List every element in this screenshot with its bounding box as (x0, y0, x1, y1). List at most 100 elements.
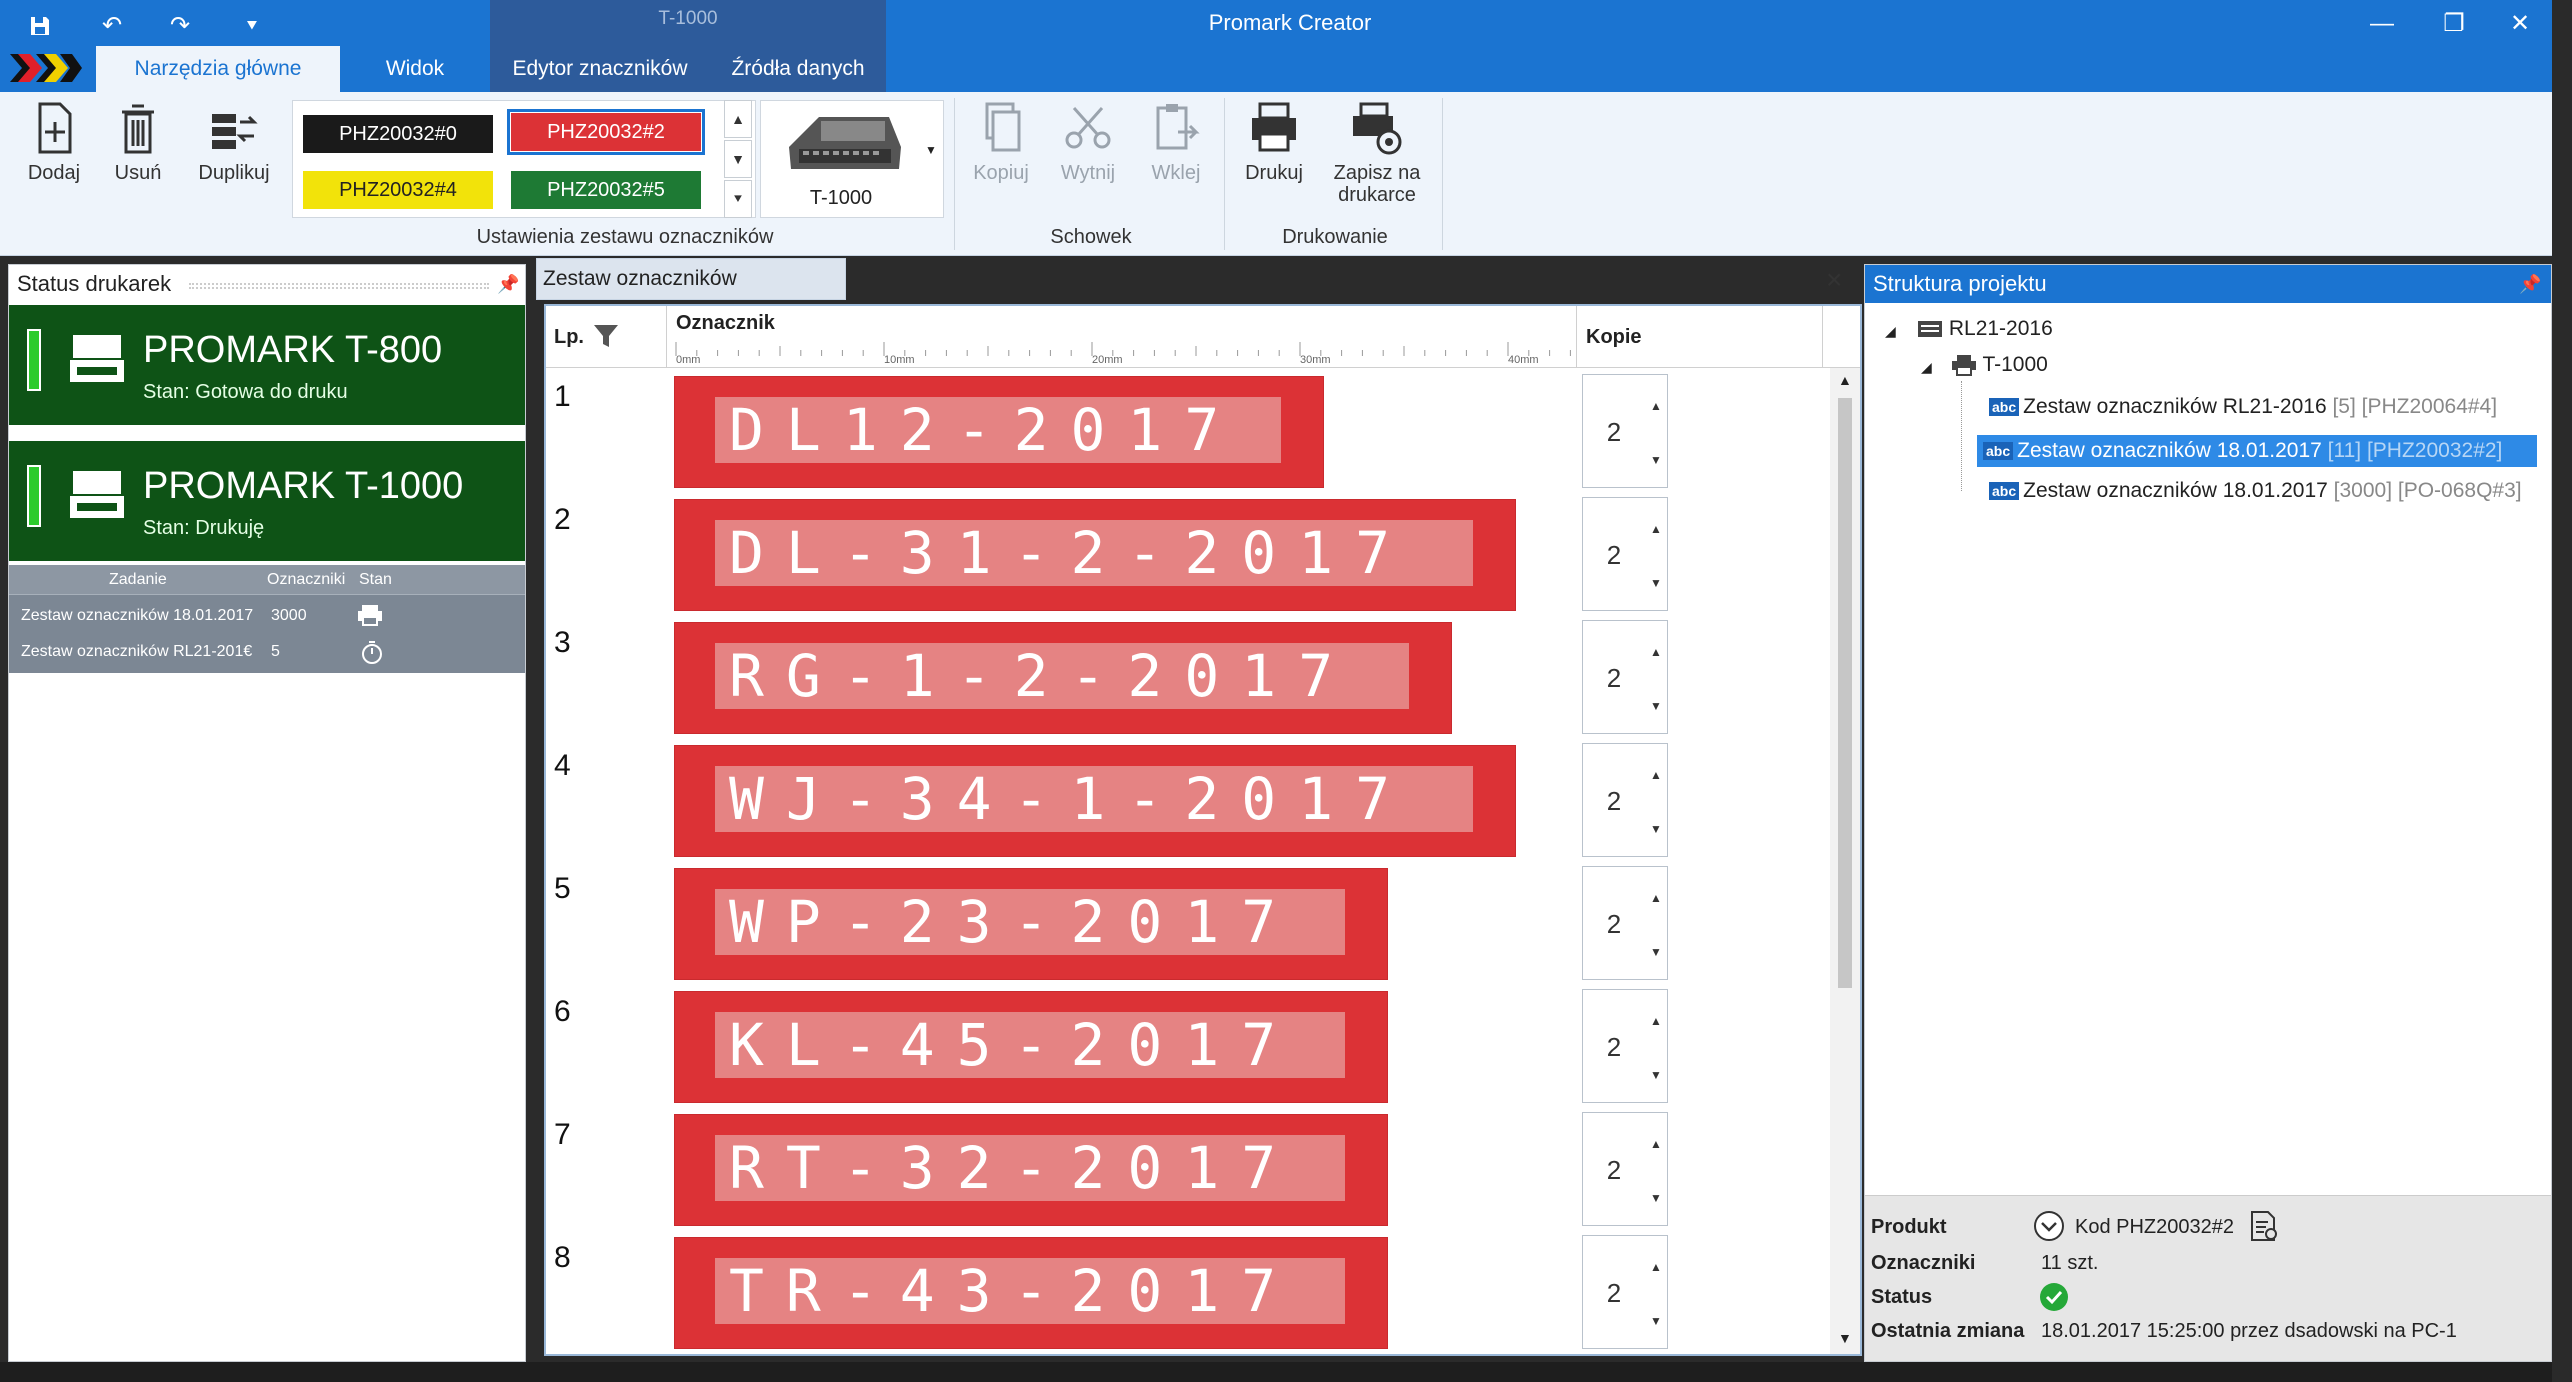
expand-arrow-icon[interactable]: ◢ (1885, 323, 1896, 340)
stepper-up-icon[interactable]: ▲ (1647, 1137, 1665, 1151)
marker-preview[interactable]: RT-32-2017 (674, 1114, 1388, 1226)
marker-preview[interactable]: WJ-34-1-2017 (674, 745, 1516, 857)
chevron-circle-icon[interactable] (2033, 1210, 2065, 1242)
stepper-down-icon[interactable]: ▼ (1647, 576, 1665, 590)
stepper-down-icon[interactable]: ▼ (1647, 822, 1665, 836)
copies-stepper[interactable]: 2 ▲ ▼ (1582, 866, 1668, 980)
table-row[interactable]: Zestaw oznaczników 18.01.2017 3000 (9, 599, 525, 633)
printer-selector[interactable]: T-1000 ▼ (760, 100, 944, 218)
trash-icon (122, 104, 154, 154)
customize-icon[interactable]: ⯆ (232, 6, 272, 46)
table-row[interactable]: 8 TR-43-2017 2 ▲ ▼ (546, 1233, 1816, 1354)
copy-label: Kopiuj (973, 162, 1029, 184)
stepper-down-icon[interactable]: ▼ (1647, 1191, 1665, 1205)
close-icon[interactable]: ✕ (2490, 4, 2550, 44)
copies-stepper[interactable]: 2 ▲ ▼ (1582, 620, 1668, 734)
table-row[interactable]: Zestaw oznaczników RL21-201€ 5 (9, 635, 525, 669)
stepper-down-icon[interactable]: ▼ (1647, 1068, 1665, 1082)
stepper-up-icon[interactable]: ▲ (1647, 522, 1665, 536)
ribbon-separator (954, 98, 955, 250)
stepper-down-icon[interactable]: ▼ (1647, 1314, 1665, 1328)
expand-arrow-icon[interactable]: ◢ (1921, 359, 1932, 376)
copy-button[interactable]: Kopiuj (962, 100, 1040, 185)
swatch-phz20032-4[interactable]: PHZ20032#4 (303, 171, 493, 209)
row-number: 5 (554, 872, 571, 905)
table-row[interactable]: 2 DL-31-2-2017 2 ▲ ▼ (546, 495, 1816, 618)
col-separator (666, 306, 667, 368)
tab-home[interactable]: Narzędzia główne (96, 46, 340, 92)
add-button[interactable]: Dodaj (18, 100, 90, 185)
marker-preview[interactable]: DL12-2017 (674, 376, 1324, 488)
stepper-up-icon[interactable]: ▲ (1647, 768, 1665, 782)
save-icon[interactable] (20, 6, 60, 46)
tab-view[interactable]: Widok (356, 46, 474, 92)
document-tab[interactable]: Zestaw oznaczników 18.01.2017 (536, 258, 846, 330)
tree-node-marker-set-selected[interactable]: abc Zestaw oznaczników 18.01.2017 [11] [P… (1977, 435, 2537, 467)
tree-node-marker-set[interactable]: abc Zestaw oznaczników RL21-2016 [5] [PHZ… (1983, 391, 2503, 423)
stepper-down-icon[interactable]: ▼ (1647, 453, 1665, 467)
undo-icon[interactable]: ↶ (92, 6, 132, 46)
marker-preview[interactable]: DL-31-2-2017 (674, 499, 1516, 611)
delete-button[interactable]: Usuń (102, 100, 174, 185)
copies-stepper[interactable]: 2 ▲ ▼ (1582, 497, 1668, 611)
gallery-scroll-down-icon[interactable]: ▼ (724, 140, 752, 178)
table-row[interactable]: 3 RG-1-2-2017 2 ▲ ▼ (546, 618, 1816, 741)
printer-card-t1000[interactable]: PROMARK T-1000 Stan: Drukuję (9, 441, 525, 561)
stepper-down-icon[interactable]: ▼ (1647, 945, 1665, 959)
gallery-scroll-up-icon[interactable]: ▲ (724, 100, 752, 138)
pin-icon[interactable]: 📌 (497, 265, 519, 303)
paste-icon (1156, 104, 1200, 150)
printer-card-t800[interactable]: PROMARK T-800 Stan: Gotowa do druku (9, 305, 525, 425)
marker-preview[interactable]: TR-43-2017 (674, 1237, 1388, 1349)
scroll-down-icon[interactable]: ▼ (1838, 1330, 1852, 1346)
copies-stepper[interactable]: 2 ▲ ▼ (1582, 374, 1668, 488)
copies-stepper[interactable]: 2 ▲ ▼ (1582, 989, 1668, 1103)
table-row[interactable]: 5 WP-23-2017 2 ▲ ▼ (546, 864, 1816, 987)
scrollbar-thumb[interactable] (1838, 398, 1852, 988)
stepper-up-icon[interactable]: ▲ (1647, 645, 1665, 659)
stepper-up-icon[interactable]: ▲ (1647, 891, 1665, 905)
save-on-printer-button[interactable]: Zapisz na drukarce (1322, 100, 1432, 206)
minimize-icon[interactable]: — (2352, 4, 2412, 44)
close-icon[interactable]: × (1826, 264, 1842, 296)
table-row[interactable]: 4 WJ-34-1-2017 2 ▲ ▼ (546, 741, 1816, 864)
gallery-expand-icon[interactable]: ⯆ (724, 180, 752, 218)
stepper-up-icon[interactable]: ▲ (1647, 399, 1665, 413)
restore-icon[interactable]: ❐ (2424, 4, 2484, 44)
copies-stepper[interactable]: 2 ▲ ▼ (1582, 1112, 1668, 1226)
filter-icon[interactable] (592, 322, 620, 350)
col-lp[interactable]: Lp. (554, 326, 584, 349)
pin-icon[interactable]: 📌 (2519, 265, 2541, 303)
table-row[interactable]: 6 KL-45-2017 2 ▲ ▼ (546, 987, 1816, 1110)
document-settings-icon[interactable] (2249, 1210, 2279, 1242)
copies-stepper[interactable]: 2 ▲ ▼ (1582, 1235, 1668, 1349)
paste-button[interactable]: Wklej (1136, 100, 1216, 185)
tree-node-project[interactable]: RL21-2016 (1917, 317, 2053, 341)
duplicate-button[interactable]: Duplikuj (186, 100, 282, 185)
table-row[interactable]: 7 RT-32-2017 2 ▲ ▼ (546, 1110, 1816, 1233)
marker-preview[interactable]: WP-23-2017 (674, 868, 1388, 980)
tree-node-label: RL21-2016 (1948, 317, 2053, 340)
tree-node-marker-set[interactable]: abc Zestaw oznaczników 18.01.2017 [3000] … (1983, 475, 2528, 507)
ruler (675, 342, 1571, 356)
table-row[interactable]: 1 DL12-2017 2 ▲ ▼ (546, 372, 1816, 495)
swatch-phz20032-5[interactable]: PHZ20032#5 (511, 171, 701, 209)
cut-button[interactable]: Wytnij (1048, 100, 1128, 185)
scroll-up-icon[interactable]: ▲ (1838, 372, 1852, 388)
stepper-up-icon[interactable]: ▲ (1647, 1014, 1665, 1028)
tab-data-sources[interactable]: Źródła danych (716, 46, 880, 92)
copies-stepper[interactable]: 2 ▲ ▼ (1582, 743, 1668, 857)
redo-icon[interactable]: ↷ (160, 6, 200, 46)
stepper-down-icon[interactable]: ▼ (1647, 699, 1665, 713)
vertical-scrollbar[interactable]: ▲ ▼ (1830, 368, 1860, 1354)
tree-node-printer[interactable]: T-1000 (1951, 353, 2048, 377)
marker-preview[interactable]: RG-1-2-2017 (674, 622, 1452, 734)
ribbon-separator (1442, 98, 1443, 250)
panel-header: Status drukarek 📌 (9, 265, 525, 303)
swatch-phz20032-0[interactable]: PHZ20032#0 (303, 115, 493, 153)
print-button[interactable]: Drukuj (1232, 100, 1316, 185)
marker-preview[interactable]: KL-45-2017 (674, 991, 1388, 1103)
swatch-phz20032-2[interactable]: PHZ20032#2 (507, 109, 705, 155)
stepper-up-icon[interactable]: ▲ (1647, 1260, 1665, 1274)
tab-marker-editor[interactable]: Edytor znaczników (498, 46, 702, 92)
